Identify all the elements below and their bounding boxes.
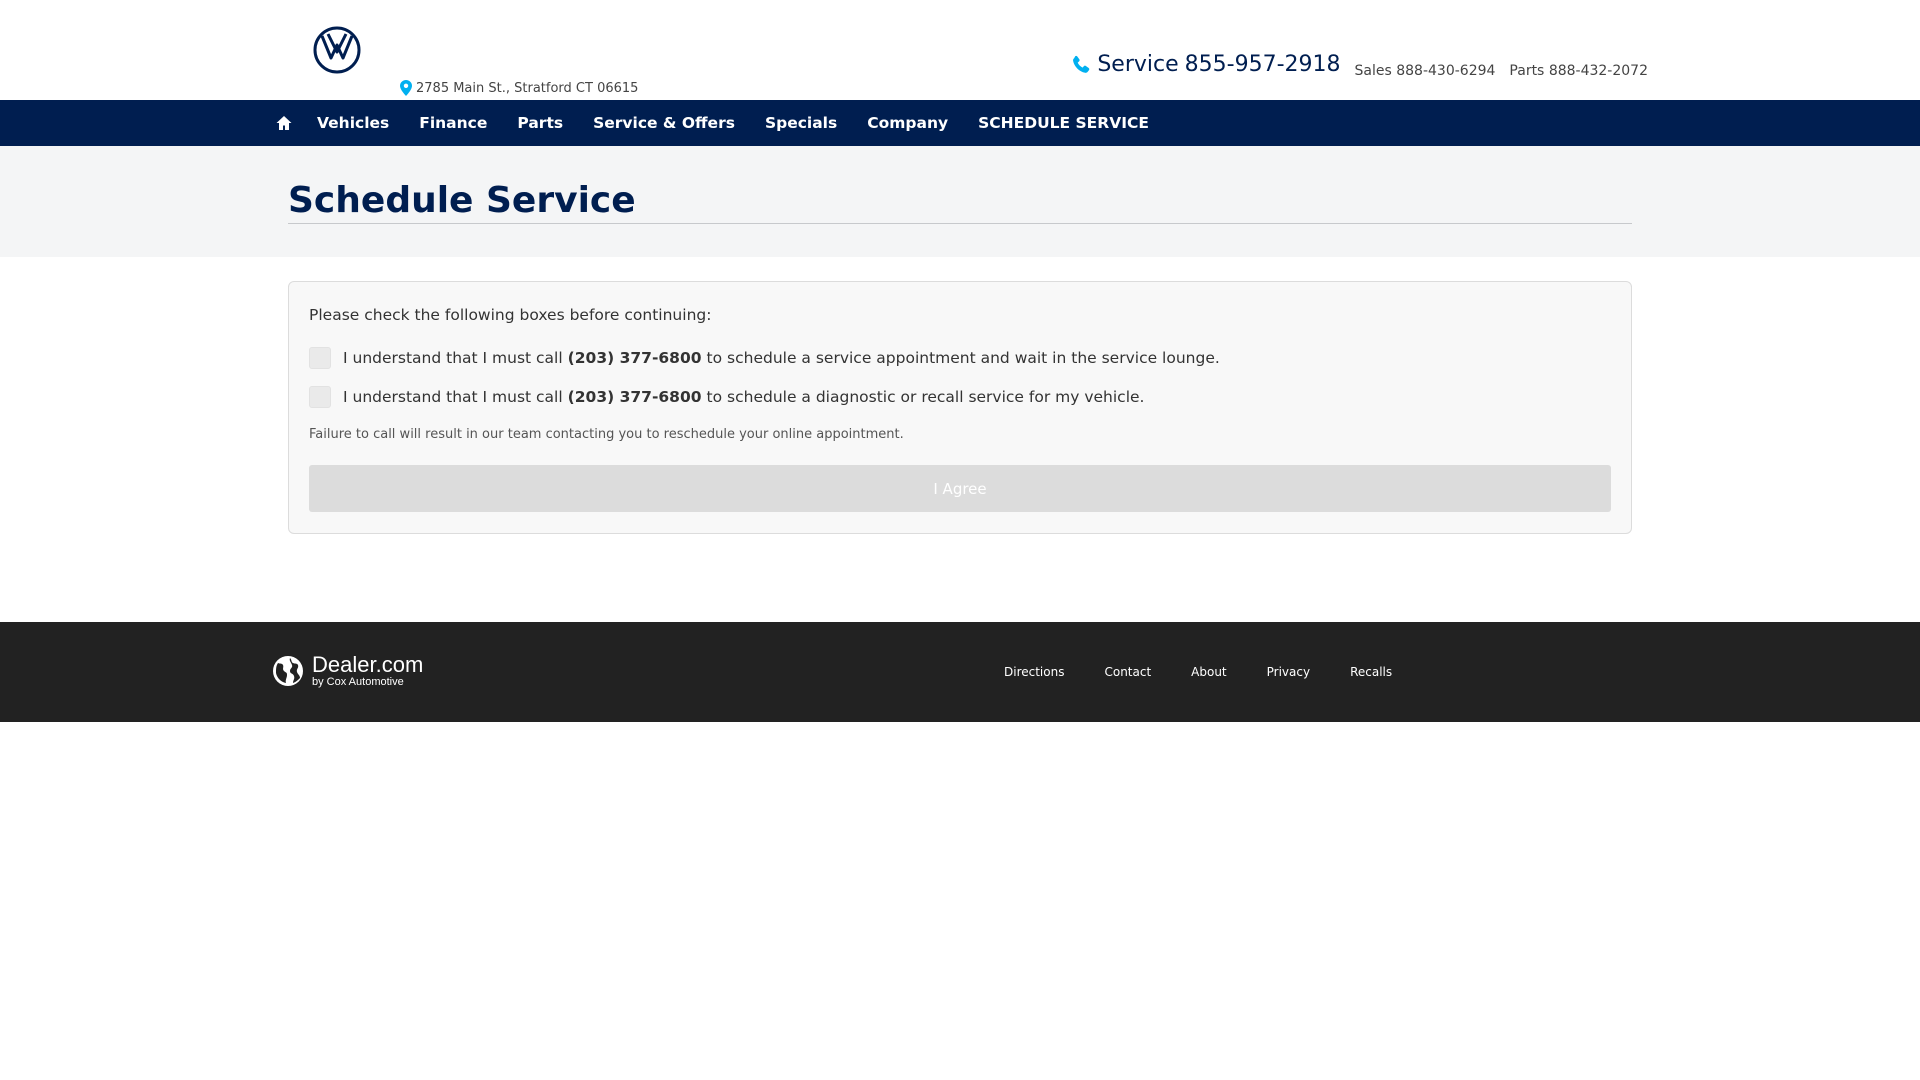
service-phone-link[interactable]: Service 855-957-2918 <box>1071 52 1341 77</box>
parts-phone-number: 888-432-2072 <box>1548 62 1648 79</box>
service-agreement-card: Please check the following boxes before … <box>288 281 1632 534</box>
footer-link-recalls[interactable]: Recalls <box>1350 665 1392 679</box>
page-title-band: Schedule Service <box>0 146 1920 257</box>
nav-item-vehicles[interactable]: Vehicles <box>317 114 389 132</box>
main-nav: Vehicles Finance Parts Service & Offers … <box>0 100 1920 146</box>
nav-item-service-offers[interactable]: Service & Offers <box>593 114 735 132</box>
agreement-row-diagnostic: I understand that I must call (203) 377-… <box>309 386 1144 408</box>
dealer-address[interactable]: 2785 Main St., Stratford CT 06615 <box>400 80 638 96</box>
agreement-row-lounge: I understand that I must call (203) 377-… <box>309 347 1220 369</box>
site-header: 2785 Main St., Stratford CT 06615 Servic… <box>0 0 1920 100</box>
failure-disclaimer: Failure to call will result in our team … <box>309 427 904 442</box>
map-pin-icon <box>400 80 412 96</box>
footer-link-contact[interactable]: Contact <box>1104 665 1151 679</box>
address-text: 2785 Main St., Stratford CT 06615 <box>416 80 639 96</box>
footer-link-about[interactable]: About <box>1191 665 1226 679</box>
nav-item-company[interactable]: Company <box>867 114 948 132</box>
footer-link-directions[interactable]: Directions <box>1004 665 1064 679</box>
agreement-text-after: to schedule a diagnostic or recall servi… <box>706 388 1145 406</box>
footer-links: Directions Contact About Privacy Recalls <box>1004 665 1392 679</box>
phone-icon <box>1073 55 1090 73</box>
nav-item-parts[interactable]: Parts <box>517 114 563 132</box>
footer-link-privacy[interactable]: Privacy <box>1267 665 1310 679</box>
service-phone-label: Service <box>1097 52 1179 77</box>
agreement-text-after: to schedule a service appointment and wa… <box>706 349 1220 367</box>
nav-item-finance[interactable]: Finance <box>419 114 487 132</box>
footer-brand-sub: by Cox Automotive <box>312 676 404 688</box>
sales-phone-link[interactable]: Sales 888-430-6294 <box>1355 63 1496 79</box>
agreement-text-before: I understand that I must call <box>343 388 563 406</box>
site-footer: Dealer.com by Cox Automotive Directions … <box>0 622 1920 722</box>
sales-phone-number: 888-430-6294 <box>1396 62 1496 79</box>
footer-brand-name: Dealer.com <box>312 652 424 677</box>
title-divider <box>288 223 1632 224</box>
nav-item-specials[interactable]: Specials <box>765 114 837 132</box>
nav-item-schedule-service[interactable]: SCHEDULE SERVICE <box>978 114 1149 132</box>
dealer-com-logo[interactable]: Dealer.com by Cox Automotive <box>272 654 423 688</box>
diagnostic-checkbox[interactable] <box>309 386 331 408</box>
parts-phone-label: Parts <box>1509 62 1545 79</box>
phone-numbers: Service 855-957-2918 Sales 888-430-6294 … <box>1071 52 1648 79</box>
agreement-phone: (203) 377-6800 <box>567 349 702 367</box>
agree-button[interactable]: I Agree <box>309 465 1611 512</box>
parts-phone-link[interactable]: Parts 888-432-2072 <box>1509 63 1648 79</box>
agreement-text-before: I understand that I must call <box>343 349 563 367</box>
page-title: Schedule Service <box>288 180 636 221</box>
agreement-intro: Please check the following boxes before … <box>309 306 712 324</box>
lounge-checkbox[interactable] <box>309 347 331 369</box>
agreement-phone: (203) 377-6800 <box>567 388 702 406</box>
vw-logo-icon[interactable] <box>313 26 361 74</box>
globe-icon <box>273 656 303 686</box>
service-phone-number: 855-957-2918 <box>1184 52 1341 77</box>
home-icon[interactable] <box>276 115 292 131</box>
sales-phone-label: Sales <box>1354 62 1392 79</box>
